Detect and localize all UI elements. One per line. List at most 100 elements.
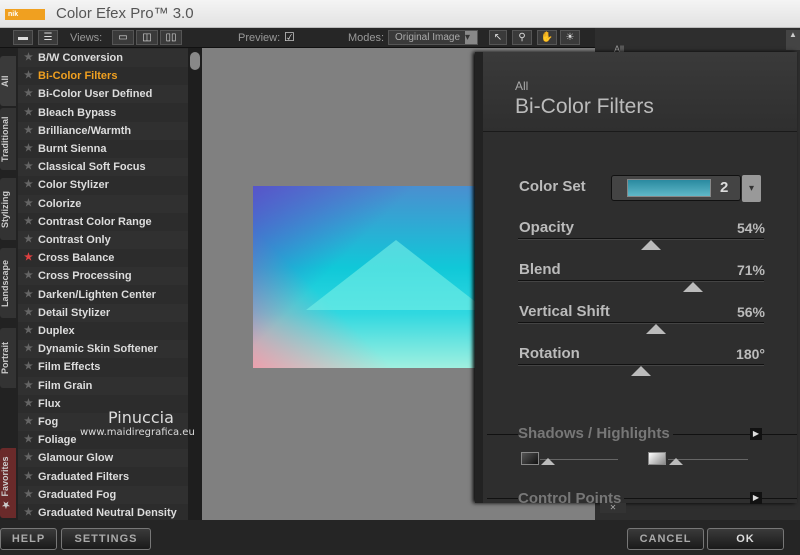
tab-favorites[interactable]: ★ Favorites [0, 448, 16, 518]
blend-slider[interactable] [518, 280, 764, 282]
filter-item[interactable]: ★ Contrast Only [18, 231, 188, 249]
rotation-slider-thumb[interactable] [631, 366, 651, 376]
star-icon[interactable]: ★ [24, 449, 33, 467]
favorites-star-icon: ★ [0, 496, 10, 510]
tab-traditional[interactable]: Traditional [0, 108, 16, 170]
filter-item[interactable]: ★ Detail Stylizer [18, 303, 188, 322]
filter-item[interactable]: ★ Colorize [18, 194, 188, 213]
filter-item[interactable]: ★ Darken/Lighten Center [18, 286, 188, 304]
filter-list: ★ B/W Conversion ★ Bi-Color Filters ★ Bi-Colo… [18, 48, 188, 520]
filter-item[interactable]: ★ Cross Balance [18, 249, 188, 267]
filter-item[interactable]: ★ Bi-Color User Defined [18, 85, 188, 104]
filter-item[interactable]: ★ Dynamic Skin Softener [18, 340, 188, 359]
filter-item[interactable]: ★ Color Stylizer [18, 176, 188, 194]
modes-label: Modes: [348, 32, 385, 44]
filter-item[interactable]: ★ Film Grain [18, 376, 188, 395]
star-icon[interactable]: ★ [24, 158, 33, 176]
chevron-down-icon[interactable]: ▾ [742, 175, 761, 202]
star-icon[interactable]: ★ [24, 104, 33, 122]
ok-button[interactable]: OK [707, 528, 784, 550]
view-split-button[interactable]: ◫ [136, 30, 158, 45]
filter-list-scrollbar[interactable] [188, 48, 202, 520]
star-icon[interactable]: ★ [24, 195, 33, 213]
loupe-tool-icon[interactable]: ☀ [560, 30, 580, 45]
zoom-tool-icon[interactable]: ⚲ [512, 30, 532, 45]
star-icon[interactable]: ★ [24, 486, 33, 504]
category-tabs: All Traditional Stylizing Landscape Port… [0, 48, 18, 520]
vertical-shift-slider-thumb[interactable] [645, 324, 666, 334]
star-icon[interactable]: ★ [24, 122, 33, 140]
tab-landscape[interactable]: Landscape [0, 248, 16, 318]
nik-logo: nik [5, 9, 45, 20]
filter-item[interactable]: ★ Duplex [18, 322, 188, 340]
hand-tool-icon[interactable]: ✋ [537, 30, 557, 45]
settings-button[interactable]: SETTINGS [61, 528, 151, 550]
view-side-by-side-button[interactable]: ▯▯ [160, 30, 182, 45]
vertical-shift-slider[interactable] [518, 322, 764, 324]
star-icon[interactable]: ★ [24, 431, 33, 449]
star-icon[interactable]: ★ [24, 377, 33, 395]
filter-item[interactable]: ★ Film Effects [18, 358, 188, 376]
cancel-button[interactable]: CANCEL [627, 528, 704, 550]
star-icon[interactable]: ★ [24, 176, 33, 194]
star-icon[interactable]: ★ [24, 358, 33, 376]
view-single-button[interactable]: ▭ [112, 30, 134, 45]
pointer-tool-icon[interactable]: ↖ [489, 30, 507, 45]
star-icon[interactable]: ★ [24, 231, 33, 249]
filter-panel-header [483, 52, 797, 132]
star-icon[interactable]: ★ [24, 85, 33, 103]
star-icon[interactable]: ★ [24, 49, 33, 67]
filter-item[interactable]: ★ Brilliance/Warmth [18, 121, 188, 140]
list-view-icon[interactable]: ☰ [38, 30, 58, 45]
filter-item[interactable]: ★ Bi-Color Filters [18, 67, 188, 85]
scrollbar-thumb[interactable] [190, 52, 200, 70]
mode-select[interactable]: Original Image ▾ [388, 30, 478, 45]
filter-item[interactable]: ★ Glamour Glow [18, 449, 188, 468]
blend-slider-thumb[interactable] [682, 282, 703, 292]
rotation-value: 180° [736, 346, 765, 362]
single-view-icon[interactable]: ▬ [13, 30, 33, 45]
star-icon[interactable]: ★ [24, 67, 33, 85]
star-icon[interactable]: ★ [24, 340, 33, 358]
star-icon[interactable]: ★ [24, 213, 33, 231]
highlights-swatch [648, 452, 666, 465]
filter-label: Cross Balance [38, 252, 115, 265]
rotation-label: Rotation [519, 345, 580, 362]
app-title: Color Efex Pro™ 3.0 [56, 5, 194, 22]
close-icon[interactable]: ✕ [600, 503, 626, 513]
star-icon[interactable]: ★ [24, 140, 33, 158]
tab-portrait[interactable]: Portrait [0, 328, 16, 388]
star-icon[interactable]: ★ [24, 413, 33, 431]
expand-arrow-icon[interactable]: ▶ [750, 492, 762, 504]
filter-label: Film Effects [38, 361, 101, 374]
filter-item[interactable]: ★ Bleach Bypass [18, 104, 188, 122]
star-icon[interactable]: ★ [24, 322, 33, 340]
favorite-star-icon[interactable]: ★ [24, 249, 33, 267]
color-set-value: 2 [720, 179, 729, 196]
filter-item[interactable]: ★ Graduated Fog [18, 485, 188, 504]
star-icon[interactable]: ★ [24, 395, 33, 413]
star-icon[interactable]: ★ [24, 286, 33, 304]
tab-stylizing[interactable]: Stylizing [0, 178, 16, 240]
help-button[interactable]: HELP [0, 528, 57, 550]
filter-item[interactable]: ★ Contrast Color Range [18, 213, 188, 231]
control-points-label: Control Points [518, 490, 625, 503]
filter-item[interactable]: ★ Burnt Sienna [18, 140, 188, 158]
filter-item[interactable]: ★ B/W Conversion [18, 49, 188, 67]
star-icon[interactable]: ★ [24, 304, 33, 322]
shadows-slider-thumb[interactable] [541, 458, 555, 465]
star-icon[interactable]: ★ [24, 267, 33, 285]
tab-all[interactable]: All [0, 56, 16, 106]
filter-item[interactable]: ★ Classical Soft Focus [18, 158, 188, 177]
scroll-up-icon[interactable]: ▲ [786, 30, 800, 50]
color-set-label: Color Set [519, 178, 586, 195]
highlights-slider-thumb[interactable] [669, 458, 683, 465]
expand-arrow-icon[interactable]: ▶ [750, 428, 762, 440]
preview-checkbox[interactable]: ☑ [284, 30, 295, 44]
opacity-slider-thumb[interactable] [640, 240, 661, 250]
filter-item[interactable]: ★ Cross Processing [18, 267, 188, 286]
filter-item[interactable]: ★ Graduated Filters [18, 468, 188, 486]
star-icon[interactable]: ★ [24, 468, 33, 486]
vertical-shift-value: 56% [736, 304, 765, 320]
filter-label: Graduated Fog [38, 488, 117, 501]
